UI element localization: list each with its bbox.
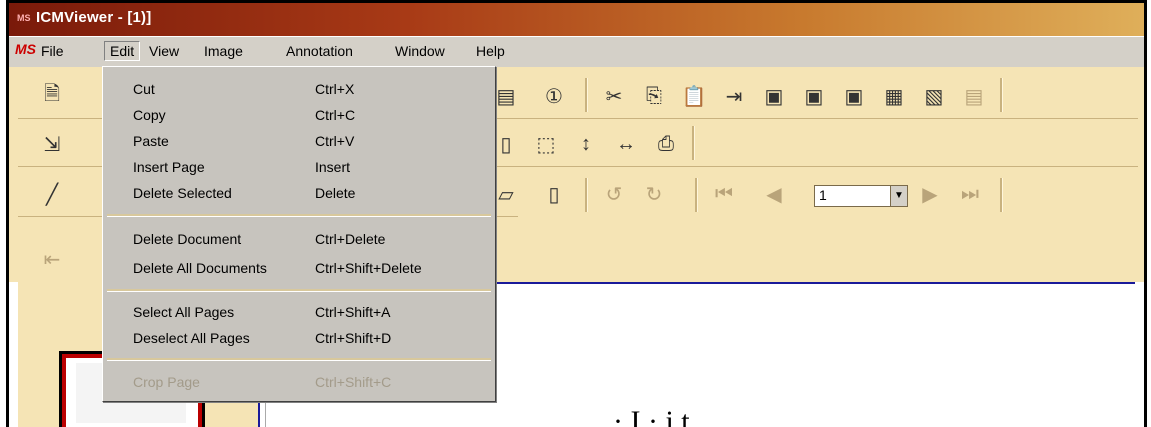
menu-item-shortcut: Ctrl+X — [315, 81, 355, 97]
toolbar-separator — [585, 178, 588, 212]
stamp2-icon[interactable]: ▣ — [800, 82, 828, 110]
print-icon[interactable]: ⎙ — [652, 130, 680, 158]
app-icon: MS — [17, 13, 31, 23]
first-page-icon[interactable]: ⏮ — [710, 180, 738, 208]
menu-item-crop-page: Crop Page Ctrl+Shift+C — [103, 370, 495, 394]
help-icon[interactable]: ① — [540, 82, 568, 110]
scan-document-icon[interactable]: 🗎 — [38, 82, 66, 110]
menu-item-label: Crop Page — [133, 374, 200, 390]
fit-height-icon[interactable]: ↕ — [572, 130, 600, 158]
document-text: · I · i t — [613, 405, 690, 427]
page-number-dropdown[interactable]: 1 ▼ — [814, 185, 908, 207]
menu-item-label: Delete Selected — [133, 185, 232, 201]
fit-all-icon[interactable]: ⬚ — [532, 130, 560, 158]
menu-item-shortcut: Ctrl+Shift+A — [315, 304, 391, 320]
menu-item-copy[interactable]: Copy Ctrl+C — [103, 103, 495, 127]
menu-item-cut[interactable]: Cut Ctrl+X — [103, 77, 495, 101]
menu-image[interactable]: Image — [204, 43, 243, 59]
copy-icon[interactable]: ⎘ — [640, 82, 668, 110]
menu-item-shortcut: Ctrl+C — [315, 107, 356, 123]
fit-page-icon[interactable]: ▯ — [492, 130, 520, 158]
paste-icon[interactable]: 📋 — [680, 82, 708, 110]
menu-item-select-all-pages[interactable]: Select All Pages Ctrl+Shift+A — [103, 300, 495, 324]
menu-item-delete-selected[interactable]: Delete Selected Delete — [103, 181, 495, 205]
menu-item-deselect-all-pages[interactable]: Deselect All Pages Ctrl+Shift+D — [103, 326, 495, 350]
toolbar-separator — [1000, 78, 1003, 112]
menu-separator — [107, 214, 491, 217]
menu-separator — [107, 358, 491, 361]
menu-item-label: Delete Document — [133, 231, 242, 247]
toolbar-separator — [1000, 178, 1003, 212]
menu-item-paste[interactable]: Paste Ctrl+V — [103, 129, 495, 153]
window-title: ICMViewer - [1)] — [36, 9, 152, 26]
menu-bar: MS File Edit View Image Annotation Windo… — [9, 37, 1144, 67]
menu-item-shortcut: Ctrl+Shift+C — [315, 374, 392, 390]
crop-page-icon: ▤ — [964, 85, 984, 108]
menu-item-shortcut: Ctrl+Delete — [315, 231, 386, 247]
insert-page-icon[interactable]: ⇥ — [720, 82, 748, 110]
toolbar-separator — [692, 126, 695, 160]
fit-width-icon[interactable]: ↔ — [612, 130, 640, 158]
menu-help[interactable]: Help — [476, 43, 505, 59]
menu-item-label: Deselect All Pages — [133, 330, 250, 346]
next-page-icon[interactable]: ▶ — [916, 180, 944, 208]
menu-edit[interactable]: Edit — [104, 41, 141, 61]
menu-item-shortcut: Delete — [315, 185, 356, 201]
menu-item-shortcut: Insert — [315, 159, 351, 175]
menu-item-label: Select All Pages — [133, 304, 235, 320]
menu-item-label: Insert Page — [133, 159, 205, 175]
menu-file[interactable]: File — [41, 43, 64, 59]
title-bar: MS ICMViewer - [1)] — [9, 3, 1144, 36]
cut-icon[interactable]: ✂ — [600, 82, 628, 110]
select-pointer-icon[interactable]: ⇲ — [38, 130, 66, 158]
rotate-right-icon[interactable]: ↻ — [640, 180, 668, 208]
stamp3-icon[interactable]: ▣ — [840, 82, 868, 110]
menu-item-insert-page[interactable]: Insert Page Insert — [103, 155, 495, 179]
page-number-value: 1 — [819, 187, 827, 203]
menu-separator — [107, 289, 491, 292]
menu-item-shortcut: Ctrl+Shift+D — [315, 330, 392, 346]
stamp-icon[interactable]: ▣ — [760, 82, 788, 110]
ms-logo-icon[interactable]: MS — [15, 41, 36, 57]
page-properties-icon[interactable]: ▤ — [492, 82, 520, 110]
menu-window[interactable]: Window — [395, 43, 445, 59]
menu-view[interactable]: View — [149, 43, 179, 59]
toolbar-separator — [585, 78, 588, 112]
menu-item-label: Cut — [133, 81, 155, 97]
chevron-down-icon[interactable]: ▼ — [890, 186, 907, 206]
previous-page-icon[interactable]: ◀ — [760, 180, 788, 208]
line-tool-icon[interactable]: ╱ — [38, 180, 66, 208]
rotate-left-icon[interactable]: ↺ — [600, 180, 628, 208]
menu-item-label: Paste — [133, 133, 169, 149]
blank-page-icon[interactable]: ▯ — [540, 180, 568, 208]
deselect-pages-icon[interactable]: ▧ — [920, 82, 948, 110]
menu-item-shortcut: Ctrl+V — [315, 133, 355, 149]
menu-item-label: Delete All Documents — [133, 260, 267, 276]
first-document-icon[interactable]: ⇤ — [38, 245, 66, 273]
menu-item-delete-all-documents[interactable]: Delete All Documents Ctrl+Shift+Delete — [103, 256, 495, 280]
menu-annotation[interactable]: Annotation — [286, 43, 353, 59]
toolbar-separator — [695, 178, 698, 212]
eraser-icon[interactable]: ▱ — [492, 180, 520, 208]
edit-menu-dropdown: Cut Ctrl+X Copy Ctrl+C Paste Ctrl+V Inse… — [102, 66, 496, 402]
menu-item-delete-document[interactable]: Delete Document Ctrl+Delete — [103, 227, 495, 251]
menu-item-shortcut: Ctrl+Shift+Delete — [315, 260, 422, 276]
menu-item-label: Copy — [133, 107, 166, 123]
toolbar-bottom-border — [485, 282, 1135, 284]
window-border-right — [1144, 0, 1147, 427]
last-page-icon[interactable]: ⏭ — [956, 180, 984, 208]
app-window: MS ICMViewer - [1)] MS File Edit View Im… — [0, 0, 1151, 427]
select-pages-icon[interactable]: ▦ — [880, 82, 908, 110]
